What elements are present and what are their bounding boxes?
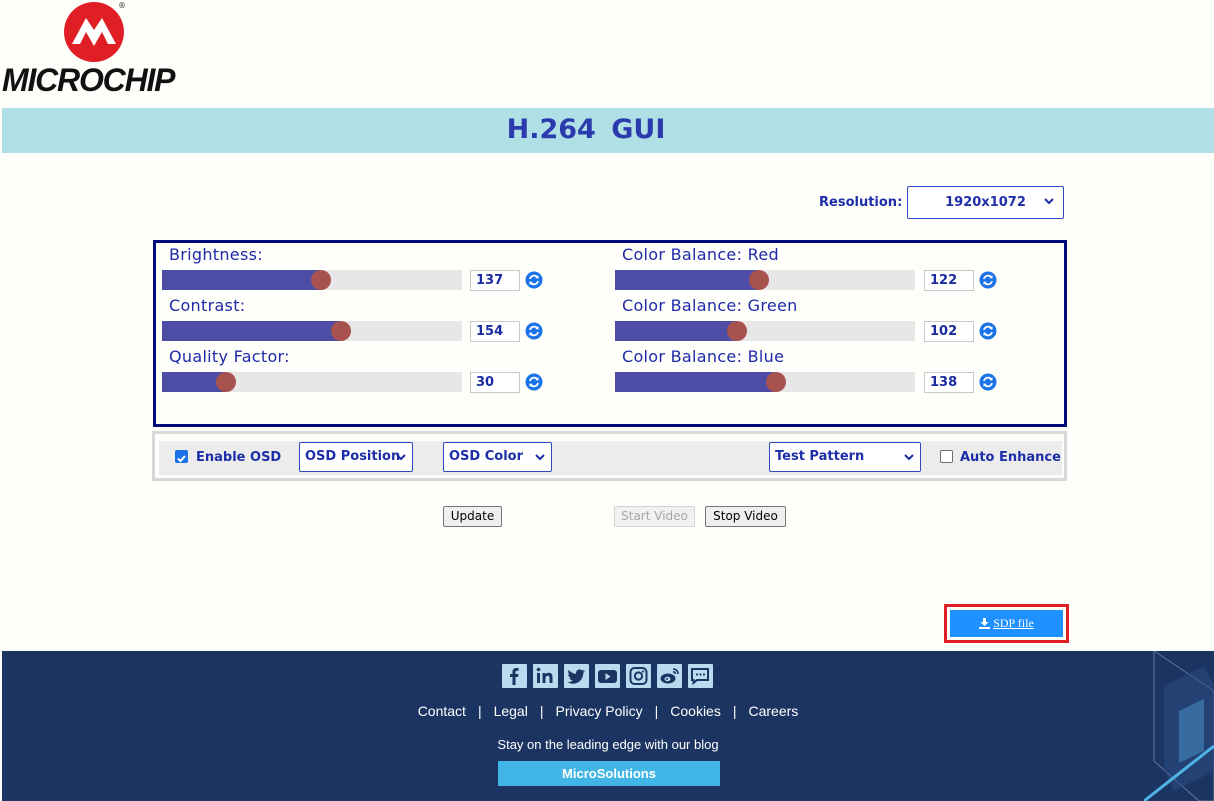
color-balance-green-slider[interactable] [615, 321, 915, 341]
osd-color-select[interactable]: OSD Color [443, 442, 552, 472]
color-balance-blue-slider[interactable] [615, 372, 915, 392]
chevron-down-icon [1044, 198, 1054, 205]
weibo-icon[interactable] [657, 664, 682, 688]
title-bar: H.264 GUI [2, 108, 1214, 153]
color-balance-blue-label: Color Balance: Blue [622, 347, 785, 366]
sdp-file-button[interactable]: SDP file [950, 610, 1063, 637]
reset-icon[interactable] [979, 322, 997, 340]
quality-factor-label: Quality Factor: [169, 347, 290, 366]
footer-link-separator: | [732, 703, 737, 719]
update-button[interactable]: Update [443, 506, 502, 527]
contrast-value-input[interactable]: 154 [470, 321, 520, 342]
resolution-label: Resolution: [819, 195, 903, 210]
color-balance-red-label: Color Balance: Red [622, 245, 779, 264]
color-balance-red-slider-fill [615, 270, 759, 290]
test-pattern-value: Test Pattern [775, 449, 865, 464]
youtube-icon[interactable] [595, 664, 620, 688]
brightness-value-input[interactable]: 137 [470, 270, 520, 291]
microchip-logo[interactable]: ® MICROCHIP [2, 0, 188, 100]
page-title: H.264 GUI [506, 114, 666, 145]
contrast-slider[interactable] [162, 321, 462, 341]
color-balance-blue-slider-fill [615, 372, 777, 392]
footer-link-separator: | [539, 703, 544, 719]
color-balance-red-slider-thumb[interactable] [749, 270, 769, 290]
footer-link-careers[interactable]: Careers [749, 703, 799, 719]
color-balance-blue-value-input[interactable]: 138 [924, 372, 974, 393]
footer-decoration [1144, 651, 1214, 801]
brightness-slider-thumb[interactable] [311, 270, 331, 290]
footer-links: Contact | Legal | Privacy Policy | Cookies | Car… [2, 703, 1214, 719]
osd-position-select[interactable]: OSD Position [299, 442, 413, 472]
enable-osd-label[interactable]: Enable OSD [196, 450, 281, 465]
footer: Contact | Legal | Privacy Policy | Cookies | Car… [2, 651, 1214, 801]
auto-enhance-checkbox[interactable] [940, 450, 953, 463]
linkedin-icon[interactable] [533, 664, 558, 688]
sdp-file-label: SDP file [993, 616, 1034, 630]
facebook-icon[interactable] [502, 664, 527, 688]
footer-link-contact[interactable]: Contact [418, 703, 466, 719]
footer-link-privacy-policy[interactable]: Privacy Policy [555, 703, 642, 719]
color-balance-green-slider-thumb[interactable] [727, 321, 748, 341]
chevron-down-icon [535, 454, 545, 461]
footer-link-separator: | [477, 703, 482, 719]
quality-factor-slider[interactable] [162, 372, 462, 392]
footer-link-separator: | [654, 703, 659, 719]
color-balance-green-value-input[interactable]: 102 [924, 321, 974, 342]
contrast-label: Contrast: [169, 296, 246, 315]
logo-wordmark: MICROCHIP [2, 62, 176, 98]
download-icon [979, 618, 991, 629]
contrast-slider-fill [162, 321, 342, 341]
resolution-select[interactable]: 1920x1072 [907, 186, 1064, 219]
test-pattern-select[interactable]: Test Pattern [769, 442, 921, 472]
auto-enhance-label[interactable]: Auto Enhance [960, 450, 1061, 465]
quality-factor-slider-thumb[interactable] [215, 372, 236, 392]
footer-link-legal[interactable]: Legal [494, 703, 528, 719]
microchip-logo-mark-icon: ® [64, 1, 126, 62]
osd-color-value: OSD Color [449, 449, 524, 464]
color-balance-green-slider-fill [615, 321, 738, 341]
wechat-icon[interactable] [688, 664, 713, 688]
brightness-slider-fill [162, 270, 321, 290]
color-balance-blue-slider-thumb[interactable] [766, 372, 787, 392]
twitter-icon[interactable] [564, 664, 589, 688]
color-balance-green-label: Color Balance: Green [622, 296, 798, 315]
contrast-slider-thumb[interactable] [331, 321, 352, 341]
brightness-label: Brightness: [169, 245, 263, 264]
reset-icon[interactable] [525, 373, 543, 391]
svg-text:®: ® [118, 1, 126, 10]
quality-factor-value-input[interactable]: 30 [470, 372, 520, 393]
resolution-value: 1920x1072 [945, 195, 1026, 210]
reset-icon[interactable] [525, 271, 543, 289]
microsolutions-button[interactable]: MicroSolutions [498, 761, 720, 786]
options-strip [159, 441, 1062, 475]
chevron-down-icon [396, 454, 406, 461]
blog-tagline: Stay on the leading edge with our blog [497, 737, 719, 752]
instagram-icon[interactable] [626, 664, 651, 688]
reset-icon[interactable] [525, 322, 543, 340]
color-balance-red-value-input[interactable]: 122 [924, 270, 974, 291]
checkmark-icon [177, 455, 186, 463]
options-bar [152, 431, 1067, 481]
stop-video-button[interactable]: Stop Video [705, 506, 786, 527]
osd-position-value: OSD Position [305, 449, 401, 464]
chevron-down-icon [904, 454, 914, 461]
reset-icon[interactable] [979, 373, 997, 391]
reset-icon[interactable] [979, 271, 997, 289]
start-video-button[interactable]: Start Video [614, 506, 695, 527]
enable-osd-checkbox[interactable] [175, 450, 188, 463]
brightness-slider[interactable] [162, 270, 462, 290]
footer-link-cookies[interactable]: Cookies [670, 703, 721, 719]
color-balance-red-slider[interactable] [615, 270, 915, 290]
